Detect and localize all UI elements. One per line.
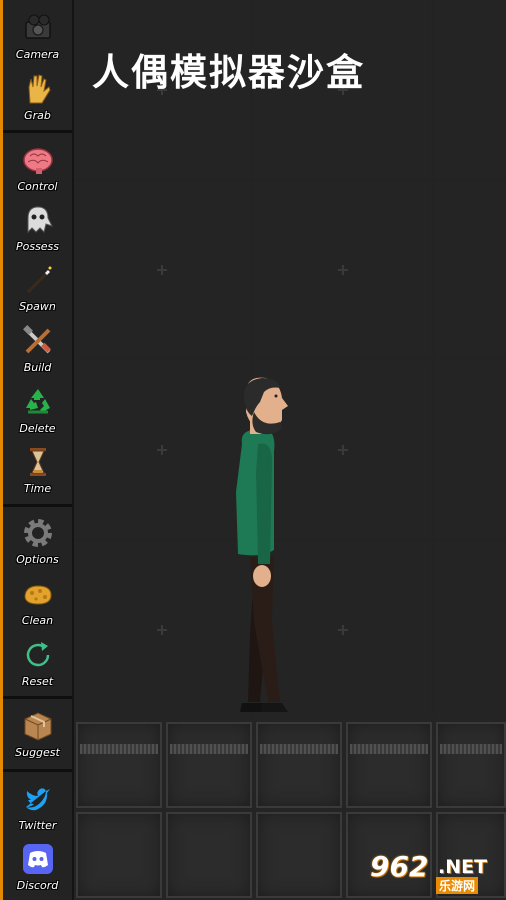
watermark-site: 乐游网 (436, 877, 479, 894)
box-icon (24, 712, 52, 741)
page-title: 人偶模拟器沙盒 (92, 51, 365, 94)
tool-label: Grab (24, 109, 51, 122)
ghost-icon (27, 206, 53, 234)
toolbar-divider (3, 504, 72, 507)
floor-tile (166, 722, 252, 808)
floor-tile (76, 722, 162, 808)
tools-icon (23, 325, 51, 354)
tool-sidebar: Camera Grab Control Possess Spawn Build … (0, 0, 72, 900)
tool-label: Control (17, 180, 58, 193)
floor-tile (166, 812, 252, 898)
watermark-suffix: .NET (438, 856, 488, 878)
tool-spawn[interactable]: Spawn (3, 260, 72, 320)
floor-tile (436, 722, 506, 808)
recycle-icon (26, 389, 50, 414)
tool-discord[interactable]: Discord (3, 839, 72, 899)
grid-marker (338, 265, 348, 275)
tool-control[interactable]: Control (3, 140, 72, 200)
wand-icon (26, 266, 52, 294)
floor-tile (256, 812, 342, 898)
hand-icon (28, 74, 51, 104)
brain-icon (23, 148, 53, 174)
floor-tile (346, 722, 432, 808)
tool-label: Reset (21, 675, 54, 688)
grid-marker (338, 625, 348, 635)
watermark-number: 962 (370, 850, 429, 883)
tool-delete[interactable]: Delete (3, 382, 72, 442)
tool-label: Possess (15, 240, 60, 253)
gear-icon (24, 519, 52, 547)
tool-possess[interactable]: Possess (3, 200, 72, 260)
tool-reset[interactable]: Reset (3, 635, 72, 695)
toolbar-divider (3, 769, 72, 772)
site-watermark: 962 .NET 乐游网 (366, 850, 500, 896)
grid-line (74, 358, 506, 361)
floor-tile (256, 722, 342, 808)
reset-icon (26, 642, 50, 667)
camera-icon (25, 14, 51, 39)
tool-label: Discord (16, 879, 59, 892)
tool-suggest[interactable]: Suggest (3, 706, 72, 766)
tool-twitter[interactable]: Twitter (3, 779, 72, 839)
discord-icon (23, 844, 53, 874)
tool-time[interactable]: Time (3, 442, 72, 502)
toolbar-divider (3, 130, 72, 133)
tool-label: Suggest (15, 746, 60, 759)
tool-grab[interactable]: Grab (3, 69, 72, 129)
grid-marker (157, 625, 167, 635)
tool-label: Options (16, 553, 59, 566)
twitter-icon (26, 788, 50, 811)
grid-marker (157, 265, 167, 275)
grid-marker (157, 445, 167, 455)
tool-label: Delete (19, 422, 56, 435)
tool-options[interactable]: Options (3, 513, 72, 573)
tool-label: Camera (15, 48, 60, 61)
tool-label: Clean (21, 614, 54, 627)
sponge-icon (24, 585, 52, 605)
grid-marker (338, 445, 348, 455)
tool-clean[interactable]: Clean (3, 574, 72, 634)
tool-label: Build (23, 361, 52, 374)
ragdoll-character[interactable] (222, 372, 302, 722)
floor-tile (76, 812, 162, 898)
grid-line (74, 178, 506, 181)
tool-label: Spawn (19, 300, 56, 313)
tool-build[interactable]: Build (3, 321, 72, 381)
toolbar-divider (3, 696, 72, 699)
tool-label: Time (23, 482, 52, 495)
hourglass-icon (30, 448, 46, 476)
tool-label: Twitter (18, 819, 57, 832)
tool-camera[interactable]: Camera (3, 8, 72, 68)
